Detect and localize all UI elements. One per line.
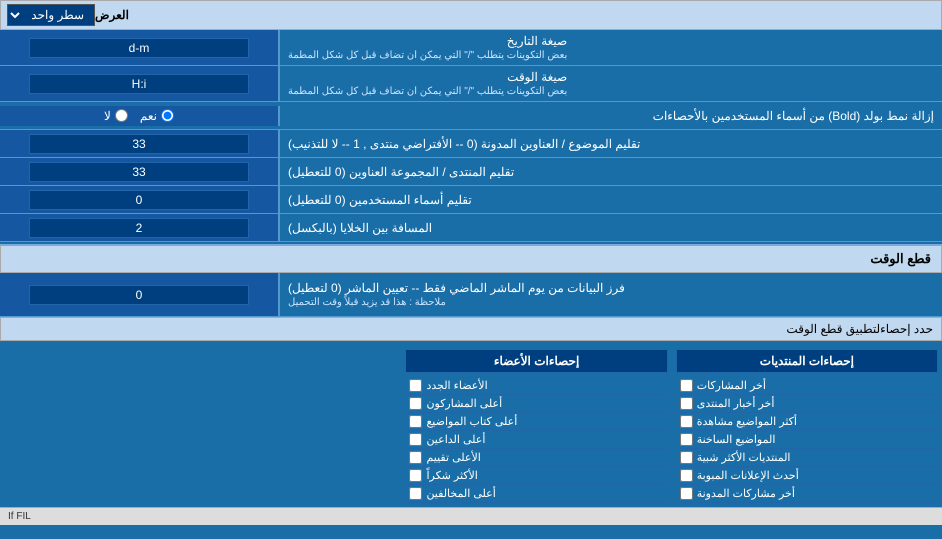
checkboxes-header-text: حدد إحصاءلتطبيق قطع الوقت	[9, 322, 933, 336]
list-item: الأعلى تقييم	[405, 449, 667, 467]
setting-row-user-order: تقليم أسماء المستخدمين (0 للتعطيل)	[0, 186, 942, 214]
setting-label-cutoff: فرز البيانات من يوم الماشر الماضي فقط --…	[280, 273, 942, 316]
checkbox-item-label: أعلى المشاركون	[426, 397, 502, 410]
checkbox-item-label: أخر أخبار المنتدى	[697, 397, 775, 410]
checkbox-item-label: أحدث الإعلانات المبوبة	[697, 469, 799, 482]
checkbox-hot-topics[interactable]	[680, 433, 693, 446]
checkbox-most-thanked[interactable]	[409, 469, 422, 482]
list-item: أخر مشاركات المدونة	[676, 485, 938, 503]
setting-label-topic-order: تقليم الموضوع / العناوين المدونة (0 -- ا…	[280, 130, 942, 157]
checkbox-col-forums: إحصاءات المنتديات أخر المشاركات أخر أخبا…	[672, 345, 942, 507]
setting-label-bold: إزالة نمط بولد (Bold) من أسماء المستخدمي…	[280, 105, 942, 127]
checkbox-top-posters[interactable]	[409, 397, 422, 410]
setting-value-cell-spacing	[0, 214, 280, 241]
user-order-input[interactable]	[29, 190, 249, 210]
setting-row-time: صيغة الوقت بعض التكوينات يتطلب "/" التي …	[0, 66, 942, 102]
setting-value-user-order	[0, 186, 280, 213]
main-container: العرض سطر واحدسطرينثلاثة أسطر صيغة التار…	[0, 0, 942, 525]
checkbox-last-news[interactable]	[680, 397, 693, 410]
setting-row-topic-order: تقليم الموضوع / العناوين المدونة (0 -- ا…	[0, 130, 942, 158]
list-item: أكثر المواضيع مشاهدة	[676, 413, 938, 431]
radio-yes-text: نعم	[140, 109, 157, 123]
list-item: المواضيع الساخنة	[676, 431, 938, 449]
checkbox-item-label: أعلى الداعين	[426, 433, 485, 446]
checkbox-top-topic-writers[interactable]	[409, 415, 422, 428]
setting-value-topic-order	[0, 130, 280, 157]
setting-row-cutoff: فرز البيانات من يوم الماشر الماضي فقط --…	[0, 273, 942, 317]
list-item: أحدث الإعلانات المبوبة	[676, 467, 938, 485]
radio-options-bold: نعم لا	[0, 106, 280, 126]
checkbox-item-label: الأعلى تقييم	[426, 451, 480, 464]
header-label: العرض	[95, 8, 129, 22]
list-item: المنتديات الأكثر شبية	[676, 449, 938, 467]
setting-value-cutoff	[0, 273, 280, 316]
checkbox-item-label: المواضيع الساخنة	[697, 433, 776, 446]
checkbox-col-empty	[0, 345, 401, 507]
list-item: أعلى كتاب المواضيع	[405, 413, 667, 431]
checkbox-item-label: الأكثر شكراً	[426, 469, 477, 482]
checkboxes-grid: إحصاءات المنتديات أخر المشاركات أخر أخبا…	[0, 345, 942, 507]
setting-row-forum-order: تقليم المنتدى / المجموعة العناوين (0 للت…	[0, 158, 942, 186]
list-item: أعلى الداعين	[405, 431, 667, 449]
checkbox-col-members: إحصاءات الأعضاء الأعضاء الجدد أعلى المشا…	[401, 345, 671, 507]
checkbox-item-label: المنتديات الأكثر شبية	[697, 451, 791, 464]
setting-row-date: صيغة التاريخ بعض التكوينات يتطلب "/" الت…	[0, 30, 942, 66]
checkbox-similar-forums[interactable]	[680, 451, 693, 464]
section-cutoff-header: قطع الوقت	[0, 244, 942, 273]
setting-value-date	[0, 30, 280, 65]
topic-order-input[interactable]	[29, 134, 249, 154]
checkbox-most-viewed[interactable]	[680, 415, 693, 428]
checkbox-col-forums-header: إحصاءات المنتديات	[676, 349, 938, 373]
checkbox-col-members-header: إحصاءات الأعضاء	[405, 349, 667, 373]
checkbox-item-label: أعلى المخالفين	[426, 487, 495, 500]
checkbox-top-inviters[interactable]	[409, 433, 422, 446]
bottom-bar: If FIL	[0, 507, 942, 525]
setting-label-user-order: تقليم أسماء المستخدمين (0 للتعطيل)	[280, 186, 942, 213]
radio-no-text: لا	[104, 109, 111, 123]
setting-value-time	[0, 66, 280, 101]
setting-label-time: صيغة الوقت بعض التكوينات يتطلب "/" التي …	[280, 66, 942, 101]
radio-yes[interactable]	[161, 109, 174, 122]
cell-spacing-input[interactable]	[29, 218, 249, 238]
checkbox-last-posts[interactable]	[680, 379, 693, 392]
setting-row-bold: إزالة نمط بولد (Bold) من أسماء المستخدمي…	[0, 102, 942, 130]
list-item: أخر أخبار المنتدى	[676, 395, 938, 413]
checkboxes-header: حدد إحصاءلتطبيق قطع الوقت	[0, 317, 942, 341]
radio-yes-label[interactable]: نعم	[140, 109, 174, 123]
list-item: الأعضاء الجدد	[405, 377, 667, 395]
setting-label-forum-order: تقليم المنتدى / المجموعة العناوين (0 للت…	[280, 158, 942, 185]
time-format-input[interactable]	[29, 74, 249, 94]
bottom-bar-text: If FIL	[8, 511, 31, 522]
checkbox-top-rated[interactable]	[409, 451, 422, 464]
checkbox-item-label: أعلى كتاب المواضيع	[426, 415, 517, 428]
checkbox-last-blog-posts[interactable]	[680, 487, 693, 500]
list-item: أعلى المشاركون	[405, 395, 667, 413]
radio-no[interactable]	[115, 109, 128, 122]
checkbox-top-violators[interactable]	[409, 487, 422, 500]
setting-label-cell-spacing: المسافة بين الخلايا (بالبكسل)	[280, 214, 942, 241]
setting-value-forum-order	[0, 158, 280, 185]
list-item: الأكثر شكراً	[405, 467, 667, 485]
checkbox-new-members[interactable]	[409, 379, 422, 392]
setting-label-date: صيغة التاريخ بعض التكوينات يتطلب "/" الت…	[280, 30, 942, 65]
date-format-input[interactable]	[29, 38, 249, 58]
header-row: العرض سطر واحدسطرينثلاثة أسطر	[0, 0, 942, 30]
forum-order-input[interactable]	[29, 162, 249, 182]
list-item: أخر المشاركات	[676, 377, 938, 395]
checkbox-latest-classifieds[interactable]	[680, 469, 693, 482]
display-mode-select[interactable]: سطر واحدسطرينثلاثة أسطر	[7, 4, 95, 26]
checkbox-item-label: أخر المشاركات	[697, 379, 766, 392]
setting-row-cell-spacing: المسافة بين الخلايا (بالبكسل)	[0, 214, 942, 242]
checkbox-item-label: أخر مشاركات المدونة	[697, 487, 795, 500]
checkbox-item-label: الأعضاء الجدد	[426, 379, 487, 392]
cutoff-days-input[interactable]	[29, 285, 249, 305]
radio-no-label[interactable]: لا	[104, 109, 128, 123]
list-item: أعلى المخالفين	[405, 485, 667, 503]
checkbox-item-label: أكثر المواضيع مشاهدة	[697, 415, 797, 428]
